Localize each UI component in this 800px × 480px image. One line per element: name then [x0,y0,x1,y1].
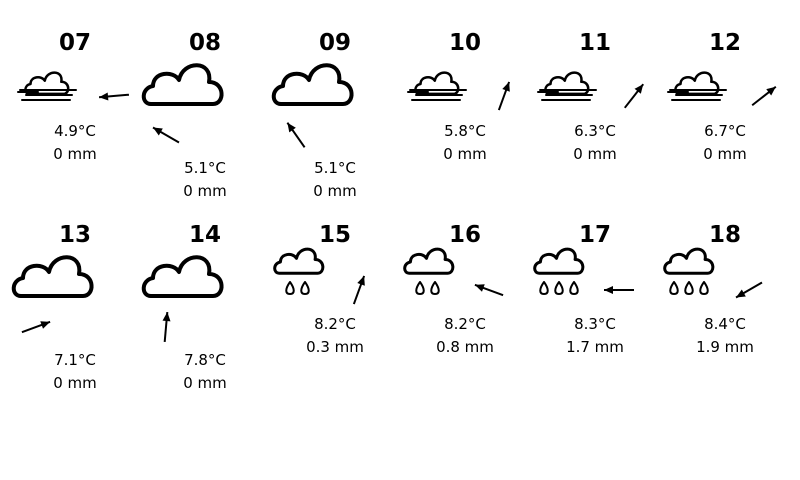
cloud-icon [141,63,224,106]
precipitation-value: 0 mm [703,145,747,163]
temperature-value: 6.3°C [574,122,616,140]
precipitation-value: 1.7 mm [566,338,624,356]
rain-cloud-icon [663,247,715,295]
fog-icon [407,71,467,101]
precipitation-value: 0 mm [53,145,97,163]
temperature-value: 6.7°C [704,122,746,140]
hour-label: 12 [708,30,741,56]
rain-cloud-icon [403,247,455,295]
wind-arrow-icon [604,286,634,294]
temperature-value: 8.4°C [704,315,746,333]
hour-label: 18 [708,222,741,248]
rain-cloud-icon [273,247,325,295]
temperature-value: 7.8°C [184,351,226,369]
fog-icon [17,71,77,101]
forecast-hour-18: 18 8.4°C 1.9 mm [650,192,780,384]
precipitation-value: 0 mm [573,145,617,163]
temperature-value: 8.3°C [574,315,616,333]
forecast-hour-17: 17 8.3°C 1.7 mm [520,192,650,384]
rain-cloud-icon [533,247,585,295]
forecast-hour-09: 09 5.1°C 0 mm [260,0,390,200]
fog-icon [537,71,597,101]
temperature-value: 8.2°C [444,315,486,333]
hourly-forecast-grid: 07 4.9°C 0 mm 08 5.1°C 0 mm 09 5.1°C 0 mm 10 5.8°C… [0,0,800,480]
hour-label: 16 [448,222,481,248]
forecast-hour-11: 11 6.3°C 0 mm [520,0,650,192]
hour-label: 10 [448,30,481,56]
wind-arrow-icon [286,122,306,148]
hour-label: 09 [318,30,351,56]
forecast-hour-12: 12 6.7°C 0 mm [650,0,780,192]
hour-label: 14 [188,222,221,248]
cloud-icon [271,63,354,106]
hour-label: 08 [188,30,221,56]
precipitation-value: 0 mm [53,374,97,392]
forecast-hour-10: 10 5.8°C 0 mm [390,0,520,192]
temperature-value: 5.1°C [184,159,226,177]
wind-arrow-icon [352,275,366,305]
precipitation-value: 0 mm [183,374,227,392]
wind-arrow-icon [152,126,180,144]
hour-label: 11 [578,30,611,56]
forecast-hour-16: 16 8.2°C 0.8 mm [390,192,520,384]
temperature-value: 5.1°C [314,159,356,177]
forecast-hour-15: 15 8.2°C 0.3 mm [260,192,390,384]
temperature-value: 8.2°C [314,315,356,333]
temperature-value: 4.9°C [54,122,96,140]
precipitation-value: 0 mm [443,145,487,163]
cloud-icon [141,255,224,298]
precipitation-value: 0.8 mm [436,338,494,356]
cloud-icon [11,255,94,298]
fog-icon [667,71,727,101]
wind-arrow-icon [162,311,171,343]
wind-arrow-icon [623,83,645,109]
wind-arrow-icon [21,320,51,334]
temperature-value: 5.8°C [444,122,486,140]
hour-label: 17 [578,222,611,248]
wind-arrow-icon [497,81,511,111]
hour-label: 15 [318,222,351,248]
forecast-hour-08: 08 5.1°C 0 mm [130,0,260,200]
forecast-hour-14: 14 7.8°C 0 mm [130,192,260,392]
precipitation-value: 0.3 mm [306,338,364,356]
wind-arrow-icon [474,283,504,297]
wind-arrow-icon [751,85,777,107]
wind-arrow-icon [735,281,763,299]
temperature-value: 7.1°C [54,351,96,369]
forecast-hour-13: 13 7.1°C 0 mm [0,192,130,392]
wind-arrow-icon [98,92,130,101]
hour-label: 13 [58,222,91,248]
precipitation-value: 1.9 mm [696,338,754,356]
hour-label: 07 [58,30,91,56]
forecast-hour-07: 07 4.9°C 0 mm [0,0,130,192]
